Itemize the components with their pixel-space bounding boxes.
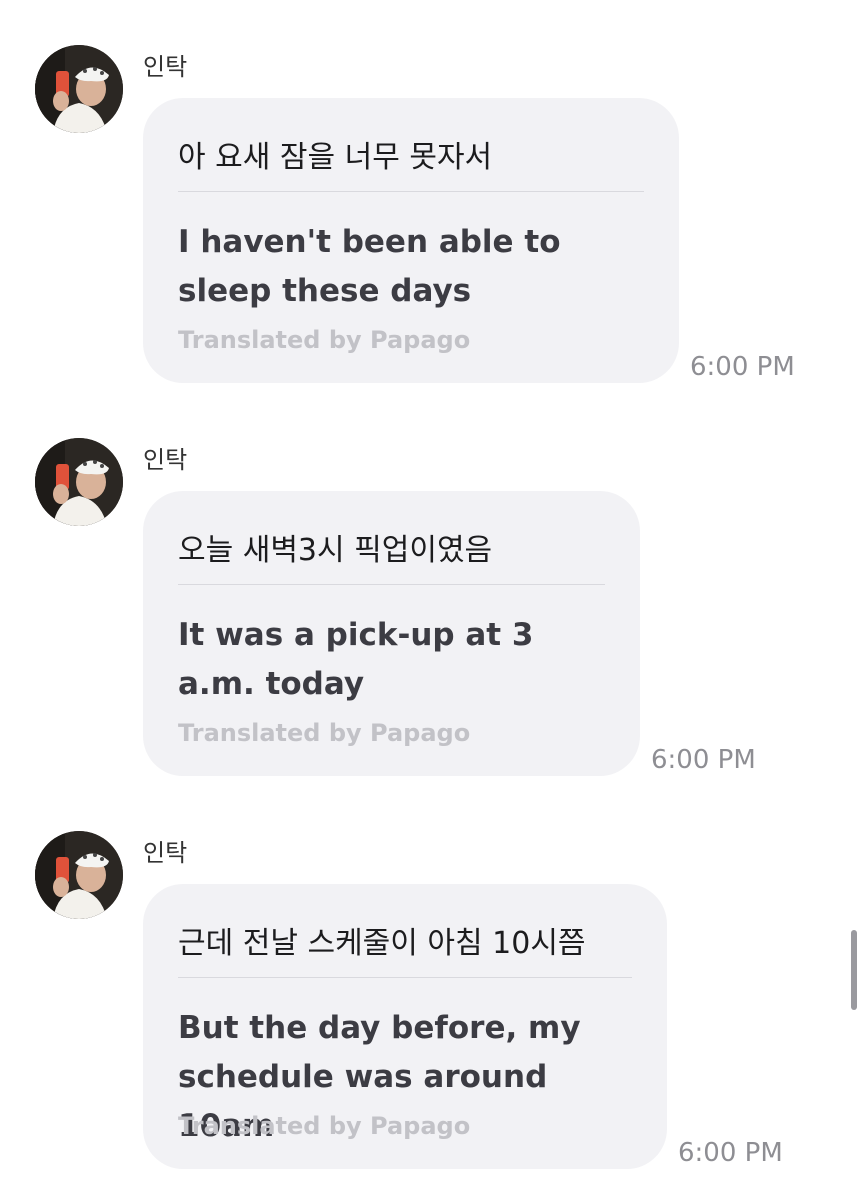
divider — [178, 584, 605, 585]
avatar[interactable] — [35, 438, 123, 526]
divider — [178, 191, 644, 192]
translation-credit: Translated by Papago — [178, 1112, 471, 1140]
divider — [178, 977, 632, 978]
timestamp: 6:00 PM — [690, 352, 795, 382]
avatar[interactable] — [35, 45, 123, 133]
avatar[interactable] — [35, 831, 123, 919]
chat-thread[interactable]: 인탁 아 요새 잠을 너무 못자서 I haven't been able to… — [0, 0, 865, 1200]
sender-name: 인탁 — [143, 839, 188, 867]
timestamp: 6:00 PM — [651, 745, 756, 775]
translated-text: I haven't been able to sleep these days — [178, 224, 561, 309]
original-text: 아 요새 잠을 너무 못자서 — [178, 140, 493, 175]
translation-credit: Translated by Papago — [178, 719, 471, 747]
message-bubble[interactable]: 아 요새 잠을 너무 못자서 I haven't been able to sl… — [143, 98, 679, 383]
original-text: 근데 전날 스케줄이 아침 10시쯤 — [178, 926, 586, 961]
sender-name: 인탁 — [143, 446, 188, 474]
timestamp: 6:00 PM — [678, 1138, 783, 1168]
scrollbar[interactable] — [851, 930, 857, 1010]
translated-text: It was a pick-up at 3 a.m. today — [178, 617, 534, 702]
message-bubble[interactable]: 오늘 새벽3시 픽업이였음 It was a pick-up at 3 a.m.… — [143, 491, 640, 776]
message-bubble[interactable]: 근데 전날 스케줄이 아침 10시쯤 But the day before, m… — [143, 884, 667, 1169]
translation-credit: Translated by Papago — [178, 326, 471, 354]
sender-name: 인탁 — [143, 53, 188, 81]
original-text: 오늘 새벽3시 픽업이였음 — [178, 533, 493, 568]
